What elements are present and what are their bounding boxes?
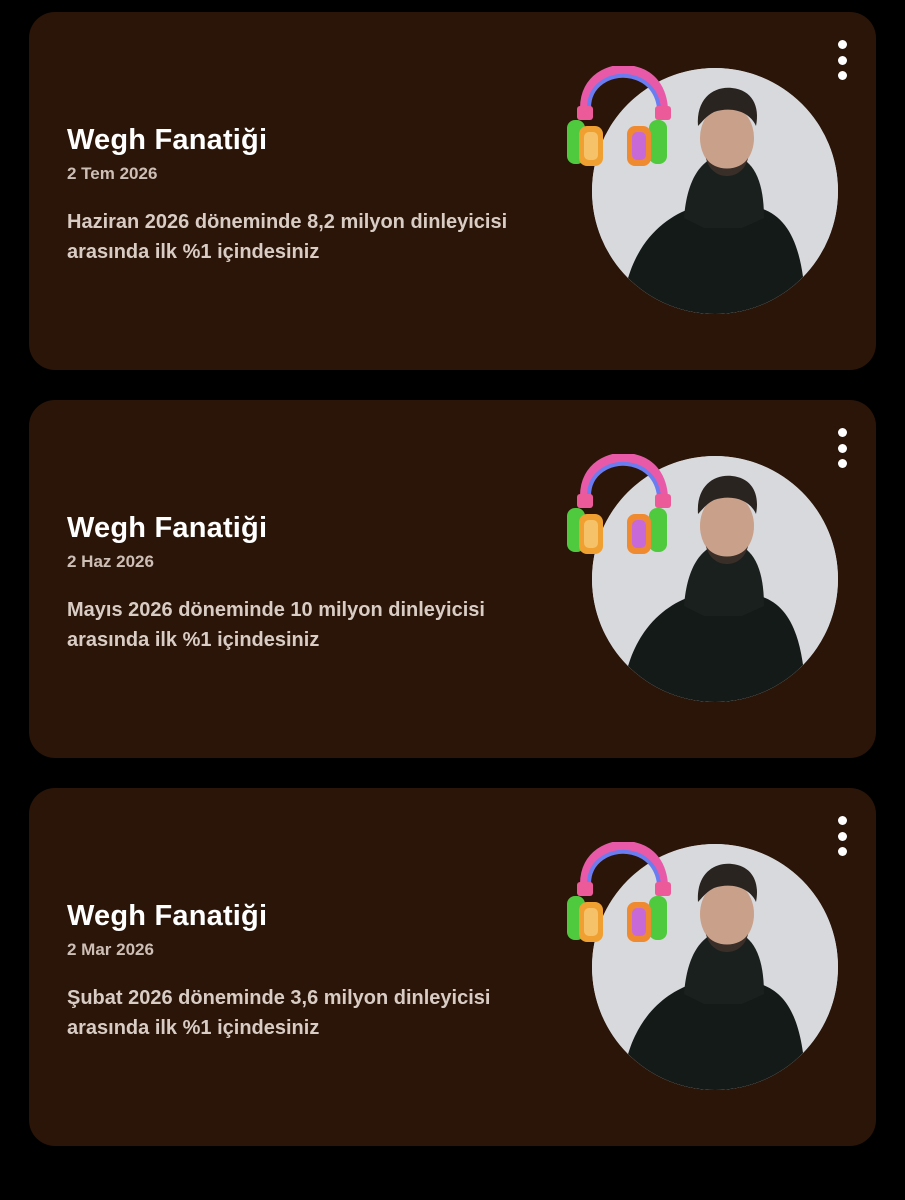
card-title: Wegh Fanatiği: [67, 512, 268, 544]
card-title: Wegh Fanatiği: [67, 900, 268, 932]
menu-dot: [837, 55, 847, 65]
menu-dot: [837, 816, 847, 825]
card-description: Haziran 2026 döneminde 8,2 milyon dinley…: [67, 211, 508, 263]
menu-dot: [837, 71, 847, 80]
headphones-icon: [563, 66, 675, 178]
menu-dot: [837, 428, 847, 437]
card-description: Şubat 2026 döneminde 3,6 milyon dinleyic…: [67, 987, 491, 1039]
menu-dot: [837, 443, 847, 453]
more-options-icon[interactable]: [830, 428, 854, 468]
more-options-icon[interactable]: [830, 40, 854, 80]
fan-card[interactable]: Wegh Fanatiği 2 Haz 2026 Mayıs 2026 döne…: [29, 400, 876, 758]
more-options-icon[interactable]: [830, 816, 854, 856]
card-date: 2 Haz 2026: [67, 552, 154, 571]
headphones-icon: [563, 842, 675, 954]
headphones-icon: [563, 454, 675, 566]
menu-dot: [837, 831, 847, 841]
card-date: 2 Mar 2026: [67, 940, 154, 959]
card-date: 2 Tem 2026: [67, 164, 158, 183]
menu-dot: [837, 459, 847, 468]
fan-card[interactable]: Wegh Fanatiği 2 Tem 2026 Haziran 2026 dö…: [29, 12, 876, 370]
menu-dot: [837, 40, 847, 49]
fan-card[interactable]: Wegh Fanatiği 2 Mar 2026 Şubat 2026 döne…: [29, 788, 876, 1146]
card-description: Mayıs 2026 döneminde 10 milyon dinleyici…: [67, 599, 485, 651]
menu-dot: [837, 847, 847, 856]
card-title: Wegh Fanatiği: [67, 124, 268, 156]
